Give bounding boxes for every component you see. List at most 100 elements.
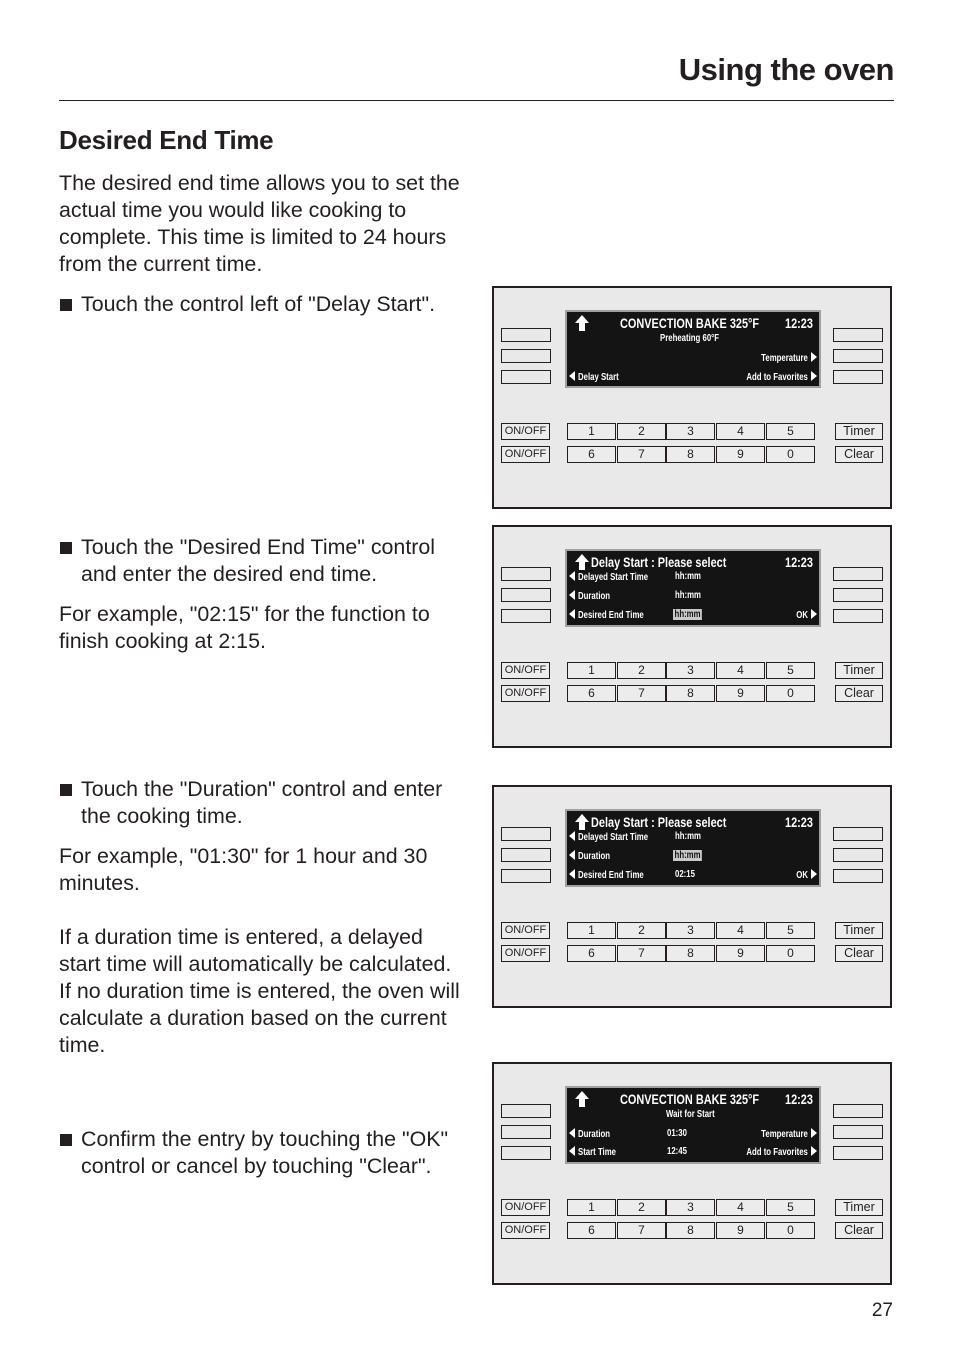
display-title: Delay Start : Please select <box>591 554 727 570</box>
right-touch-control-3[interactable] <box>833 869 883 883</box>
key-1[interactable]: 1 <box>567 662 616 679</box>
key-4[interactable]: 4 <box>716 662 765 679</box>
clear-button[interactable]: Clear <box>835 945 883 962</box>
right-touch-control-1[interactable] <box>833 328 883 342</box>
key-0[interactable]: 0 <box>766 1222 815 1239</box>
key-3[interactable]: 3 <box>666 1199 715 1216</box>
key-0[interactable]: 0 <box>766 945 815 962</box>
key-6[interactable]: 6 <box>567 446 616 463</box>
key-8[interactable]: 8 <box>666 446 715 463</box>
step-4: Confirm the entry by touching the "OK" c… <box>59 1126 469 1180</box>
right-touch-control-2[interactable] <box>833 588 883 602</box>
step-3-note-no-duration: If no duration time is entered, the oven… <box>59 979 460 1057</box>
display-right-item-favorites: Add to Favorites <box>729 371 817 383</box>
step-2-note: For example, "02:15" for the function to… <box>59 602 430 653</box>
right-arrow-icon <box>811 352 817 362</box>
right-touch-control-1[interactable] <box>833 1104 883 1118</box>
key-5[interactable]: 5 <box>766 662 815 679</box>
key-0[interactable]: 0 <box>766 446 815 463</box>
left-touch-control-1[interactable] <box>501 328 551 342</box>
right-touch-control-3[interactable] <box>833 1146 883 1160</box>
key-4[interactable]: 4 <box>716 423 765 440</box>
row-label: Delayed Start Time <box>578 572 649 583</box>
key-5[interactable]: 5 <box>766 1199 815 1216</box>
key-1[interactable]: 1 <box>567 1199 616 1216</box>
bullet-square-icon <box>60 784 72 796</box>
key-9[interactable]: 9 <box>716 945 765 962</box>
left-touch-control-2[interactable] <box>501 848 551 862</box>
step-4-block: Confirm the entry by touching the "OK" c… <box>59 1126 469 1180</box>
left-touch-control-2[interactable] <box>501 1125 551 1139</box>
key-5[interactable]: 5 <box>766 922 815 939</box>
key-6[interactable]: 6 <box>567 685 616 702</box>
left-touch-control-1[interactable] <box>501 827 551 841</box>
key-8[interactable]: 8 <box>666 685 715 702</box>
row-label: Delayed Start Time <box>578 832 649 843</box>
left-arrow-icon <box>569 571 575 581</box>
display-row-delayed-start: Delayed Start Time <box>569 571 668 583</box>
key-8[interactable]: 8 <box>666 1222 715 1239</box>
key-9[interactable]: 9 <box>716 685 765 702</box>
key-9[interactable]: 9 <box>716 446 765 463</box>
timer-button[interactable]: Timer <box>835 662 883 679</box>
key-7[interactable]: 7 <box>617 685 666 702</box>
key-1[interactable]: 1 <box>567 922 616 939</box>
left-arrow-icon <box>569 869 575 879</box>
key-2[interactable]: 2 <box>617 1199 666 1216</box>
right-touch-control-2[interactable] <box>833 349 883 363</box>
left-touch-control-1[interactable] <box>501 1104 551 1118</box>
left-touch-control-2[interactable] <box>501 588 551 602</box>
key-4[interactable]: 4 <box>716 1199 765 1216</box>
key-4[interactable]: 4 <box>716 922 765 939</box>
key-2[interactable]: 2 <box>617 423 666 440</box>
display-row-duration: Duration <box>569 850 619 862</box>
ok-label: OK <box>796 870 808 881</box>
right-touch-control-1[interactable] <box>833 567 883 581</box>
display-right-item-temperature: Temperature <box>748 352 817 364</box>
on-off-button-1[interactable]: ON/OFF <box>501 1199 550 1216</box>
left-touch-control-1[interactable] <box>501 567 551 581</box>
key-6[interactable]: 6 <box>567 945 616 962</box>
left-touch-control-3[interactable] <box>501 609 551 623</box>
on-off-button-2[interactable]: ON/OFF <box>501 945 550 962</box>
left-touch-control-2[interactable] <box>501 349 551 363</box>
left-touch-control-3[interactable] <box>501 1146 551 1160</box>
on-off-button-1[interactable]: ON/OFF <box>501 922 550 939</box>
on-off-button-2[interactable]: ON/OFF <box>501 685 550 702</box>
clear-button[interactable]: Clear <box>835 446 883 463</box>
timer-button[interactable]: Timer <box>835 1199 883 1216</box>
on-off-button-1[interactable]: ON/OFF <box>501 662 550 679</box>
key-8[interactable]: 8 <box>666 945 715 962</box>
key-7[interactable]: 7 <box>617 945 666 962</box>
left-touch-control-3[interactable] <box>501 370 551 384</box>
key-6[interactable]: 6 <box>567 1222 616 1239</box>
right-touch-control-2[interactable] <box>833 1125 883 1139</box>
clear-button[interactable]: Clear <box>835 1222 883 1239</box>
intro-block: The desired end time allows you to set t… <box>59 170 469 318</box>
row-label: Desired End Time <box>578 870 644 881</box>
left-arrow-icon <box>569 831 575 841</box>
key-3[interactable]: 3 <box>666 922 715 939</box>
timer-button[interactable]: Timer <box>835 423 883 440</box>
key-3[interactable]: 3 <box>666 662 715 679</box>
key-7[interactable]: 7 <box>617 446 666 463</box>
timer-button[interactable]: Timer <box>835 922 883 939</box>
right-touch-control-2[interactable] <box>833 848 883 862</box>
key-0[interactable]: 0 <box>766 685 815 702</box>
key-9[interactable]: 9 <box>716 1222 765 1239</box>
key-3[interactable]: 3 <box>666 423 715 440</box>
key-7[interactable]: 7 <box>617 1222 666 1239</box>
right-touch-control-3[interactable] <box>833 609 883 623</box>
on-off-button-1[interactable]: ON/OFF <box>501 423 550 440</box>
key-5[interactable]: 5 <box>766 423 815 440</box>
right-touch-control-1[interactable] <box>833 827 883 841</box>
key-2[interactable]: 2 <box>617 662 666 679</box>
left-touch-control-3[interactable] <box>501 869 551 883</box>
clear-button[interactable]: Clear <box>835 685 883 702</box>
on-off-button-2[interactable]: ON/OFF <box>501 1222 550 1239</box>
key-1[interactable]: 1 <box>567 423 616 440</box>
left-arrow-icon <box>569 1128 575 1138</box>
on-off-button-2[interactable]: ON/OFF <box>501 446 550 463</box>
right-touch-control-3[interactable] <box>833 370 883 384</box>
key-2[interactable]: 2 <box>617 922 666 939</box>
